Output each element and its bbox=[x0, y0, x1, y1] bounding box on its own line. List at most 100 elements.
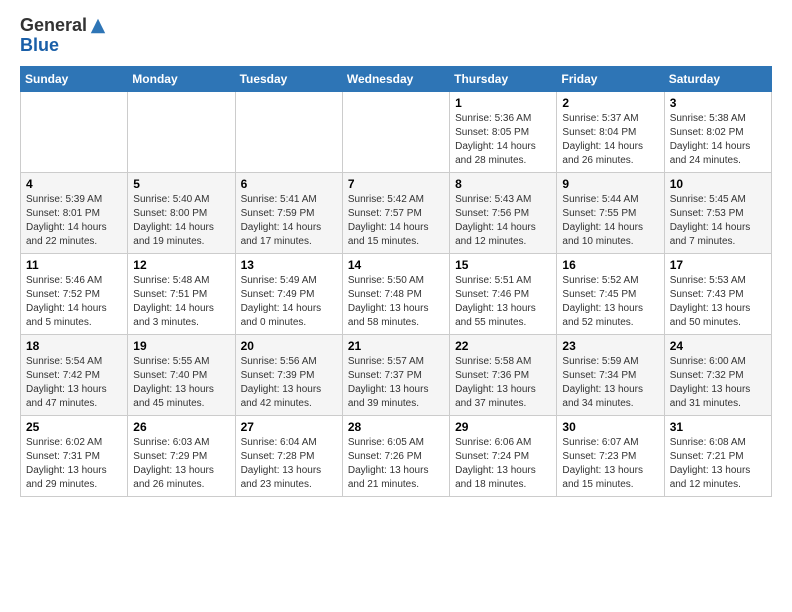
day-number: 29 bbox=[455, 420, 551, 434]
day-info: Sunrise: 5:45 AM Sunset: 7:53 PM Dayligh… bbox=[670, 193, 766, 249]
day-cell: 22 Sunrise: 5:58 AM Sunset: 7:36 PM Dayli… bbox=[450, 334, 557, 415]
day-number: 19 bbox=[133, 339, 229, 353]
day-number: 17 bbox=[670, 258, 766, 272]
day-cell: 9Sunrise: 5:44 AM Sunset: 7:55 PM Daylig… bbox=[557, 172, 664, 253]
day-info: Sunrise: 5:59 AM Sunset: 7:34 PM Dayligh… bbox=[562, 355, 658, 411]
day-info: Sunrise: 5:38 AM Sunset: 8:02 PM Dayligh… bbox=[670, 112, 766, 168]
week-row-3: 11 Sunrise: 5:46 AM Sunset: 7:52 PM Dayli… bbox=[21, 253, 772, 334]
calendar-table: SundayMondayTuesdayWednesdayThursdayFrid… bbox=[20, 66, 772, 497]
day-info: Sunrise: 5:43 AM Sunset: 7:56 PM Dayligh… bbox=[455, 193, 551, 249]
day-info: Sunrise: 6:07 AM Sunset: 7:23 PM Dayligh… bbox=[562, 436, 658, 492]
day-cell: 10 Sunrise: 5:45 AM Sunset: 7:53 PM Dayli… bbox=[664, 172, 771, 253]
day-number: 21 bbox=[348, 339, 444, 353]
day-cell: 19 Sunrise: 5:55 AM Sunset: 7:40 PM Dayli… bbox=[128, 334, 235, 415]
day-info: Sunrise: 6:06 AM Sunset: 7:24 PM Dayligh… bbox=[455, 436, 551, 492]
day-number: 25 bbox=[26, 420, 122, 434]
day-cell: 11 Sunrise: 5:46 AM Sunset: 7:52 PM Dayli… bbox=[21, 253, 128, 334]
day-info: Sunrise: 5:53 AM Sunset: 7:43 PM Dayligh… bbox=[670, 274, 766, 330]
day-number: 5 bbox=[133, 177, 229, 191]
day-cell bbox=[21, 91, 128, 172]
day-header-thursday: Thursday bbox=[450, 66, 557, 91]
day-number: 30 bbox=[562, 420, 658, 434]
day-number: 28 bbox=[348, 420, 444, 434]
day-cell: 28 Sunrise: 6:05 AM Sunset: 7:26 PM Dayli… bbox=[342, 415, 449, 496]
week-row-4: 18Sunrise: 5:54 AM Sunset: 7:42 PM Dayli… bbox=[21, 334, 772, 415]
day-number: 4 bbox=[26, 177, 122, 191]
day-number: 1 bbox=[455, 96, 551, 110]
day-cell: 16 Sunrise: 5:52 AM Sunset: 7:45 PM Dayli… bbox=[557, 253, 664, 334]
day-number: 27 bbox=[241, 420, 337, 434]
day-info: Sunrise: 6:05 AM Sunset: 7:26 PM Dayligh… bbox=[348, 436, 444, 492]
day-info: Sunrise: 5:39 AM Sunset: 8:01 PM Dayligh… bbox=[26, 193, 122, 249]
day-info: Sunrise: 5:49 AM Sunset: 7:49 PM Dayligh… bbox=[241, 274, 337, 330]
day-cell: 2Sunrise: 5:37 AM Sunset: 8:04 PM Daylig… bbox=[557, 91, 664, 172]
day-number: 7 bbox=[348, 177, 444, 191]
day-cell: 12 Sunrise: 5:48 AM Sunset: 7:51 PM Dayli… bbox=[128, 253, 235, 334]
day-number: 13 bbox=[241, 258, 337, 272]
day-cell: 24Sunrise: 6:00 AM Sunset: 7:32 PM Dayli… bbox=[664, 334, 771, 415]
logo: General Blue bbox=[20, 16, 107, 56]
day-info: Sunrise: 5:37 AM Sunset: 8:04 PM Dayligh… bbox=[562, 112, 658, 168]
day-cell: 13 Sunrise: 5:49 AM Sunset: 7:49 PM Dayli… bbox=[235, 253, 342, 334]
day-number: 31 bbox=[670, 420, 766, 434]
day-cell: 7 Sunrise: 5:42 AM Sunset: 7:57 PM Daylig… bbox=[342, 172, 449, 253]
day-number: 22 bbox=[455, 339, 551, 353]
day-header-sunday: Sunday bbox=[21, 66, 128, 91]
day-cell: 14Sunrise: 5:50 AM Sunset: 7:48 PM Dayli… bbox=[342, 253, 449, 334]
day-info: Sunrise: 6:04 AM Sunset: 7:28 PM Dayligh… bbox=[241, 436, 337, 492]
day-cell: 29 Sunrise: 6:06 AM Sunset: 7:24 PM Dayli… bbox=[450, 415, 557, 496]
day-info: Sunrise: 5:51 AM Sunset: 7:46 PM Dayligh… bbox=[455, 274, 551, 330]
day-info: Sunrise: 5:58 AM Sunset: 7:36 PM Dayligh… bbox=[455, 355, 551, 411]
day-info: Sunrise: 5:41 AM Sunset: 7:59 PM Dayligh… bbox=[241, 193, 337, 249]
header-row: SundayMondayTuesdayWednesdayThursdayFrid… bbox=[21, 66, 772, 91]
logo-blue: Blue bbox=[20, 35, 59, 55]
day-number: 20 bbox=[241, 339, 337, 353]
day-header-saturday: Saturday bbox=[664, 66, 771, 91]
week-row-5: 25Sunrise: 6:02 AM Sunset: 7:31 PM Dayli… bbox=[21, 415, 772, 496]
day-number: 8 bbox=[455, 177, 551, 191]
day-cell: 5 Sunrise: 5:40 AM Sunset: 8:00 PM Daylig… bbox=[128, 172, 235, 253]
day-number: 26 bbox=[133, 420, 229, 434]
day-cell: 26 Sunrise: 6:03 AM Sunset: 7:29 PM Dayli… bbox=[128, 415, 235, 496]
day-info: Sunrise: 5:56 AM Sunset: 7:39 PM Dayligh… bbox=[241, 355, 337, 411]
day-info: Sunrise: 5:46 AM Sunset: 7:52 PM Dayligh… bbox=[26, 274, 122, 330]
day-cell bbox=[128, 91, 235, 172]
day-info: Sunrise: 5:50 AM Sunset: 7:48 PM Dayligh… bbox=[348, 274, 444, 330]
day-info: Sunrise: 5:40 AM Sunset: 8:00 PM Dayligh… bbox=[133, 193, 229, 249]
day-info: Sunrise: 5:55 AM Sunset: 7:40 PM Dayligh… bbox=[133, 355, 229, 411]
day-info: Sunrise: 5:48 AM Sunset: 7:51 PM Dayligh… bbox=[133, 274, 229, 330]
day-cell: 8 Sunrise: 5:43 AM Sunset: 7:56 PM Daylig… bbox=[450, 172, 557, 253]
day-number: 10 bbox=[670, 177, 766, 191]
day-cell bbox=[342, 91, 449, 172]
day-info: Sunrise: 6:08 AM Sunset: 7:21 PM Dayligh… bbox=[670, 436, 766, 492]
day-number: 11 bbox=[26, 258, 122, 272]
day-cell: 4 Sunrise: 5:39 AM Sunset: 8:01 PM Daylig… bbox=[21, 172, 128, 253]
day-number: 12 bbox=[133, 258, 229, 272]
day-cell: 17 Sunrise: 5:53 AM Sunset: 7:43 PM Dayli… bbox=[664, 253, 771, 334]
day-cell: 21 Sunrise: 5:57 AM Sunset: 7:37 PM Dayli… bbox=[342, 334, 449, 415]
day-cell: 3 Sunrise: 5:38 AM Sunset: 8:02 PM Daylig… bbox=[664, 91, 771, 172]
day-info: Sunrise: 5:42 AM Sunset: 7:57 PM Dayligh… bbox=[348, 193, 444, 249]
day-info: Sunrise: 6:03 AM Sunset: 7:29 PM Dayligh… bbox=[133, 436, 229, 492]
day-info: Sunrise: 5:52 AM Sunset: 7:45 PM Dayligh… bbox=[562, 274, 658, 330]
day-number: 6 bbox=[241, 177, 337, 191]
day-number: 9 bbox=[562, 177, 658, 191]
day-info: Sunrise: 5:57 AM Sunset: 7:37 PM Dayligh… bbox=[348, 355, 444, 411]
week-row-2: 4 Sunrise: 5:39 AM Sunset: 8:01 PM Daylig… bbox=[21, 172, 772, 253]
day-cell: 20 Sunrise: 5:56 AM Sunset: 7:39 PM Dayli… bbox=[235, 334, 342, 415]
day-cell: 30 Sunrise: 6:07 AM Sunset: 7:23 PM Dayli… bbox=[557, 415, 664, 496]
day-cell: 23 Sunrise: 5:59 AM Sunset: 7:34 PM Dayli… bbox=[557, 334, 664, 415]
day-number: 3 bbox=[670, 96, 766, 110]
day-cell: 1 Sunrise: 5:36 AM Sunset: 8:05 PM Daylig… bbox=[450, 91, 557, 172]
day-number: 23 bbox=[562, 339, 658, 353]
day-header-monday: Monday bbox=[128, 66, 235, 91]
day-cell bbox=[235, 91, 342, 172]
day-cell: 6 Sunrise: 5:41 AM Sunset: 7:59 PM Daylig… bbox=[235, 172, 342, 253]
day-header-tuesday: Tuesday bbox=[235, 66, 342, 91]
day-number: 24 bbox=[670, 339, 766, 353]
day-info: Sunrise: 5:36 AM Sunset: 8:05 PM Dayligh… bbox=[455, 112, 551, 168]
logo-icon bbox=[89, 17, 107, 35]
day-number: 18 bbox=[26, 339, 122, 353]
day-number: 16 bbox=[562, 258, 658, 272]
day-cell: 31 Sunrise: 6:08 AM Sunset: 7:21 PM Dayli… bbox=[664, 415, 771, 496]
